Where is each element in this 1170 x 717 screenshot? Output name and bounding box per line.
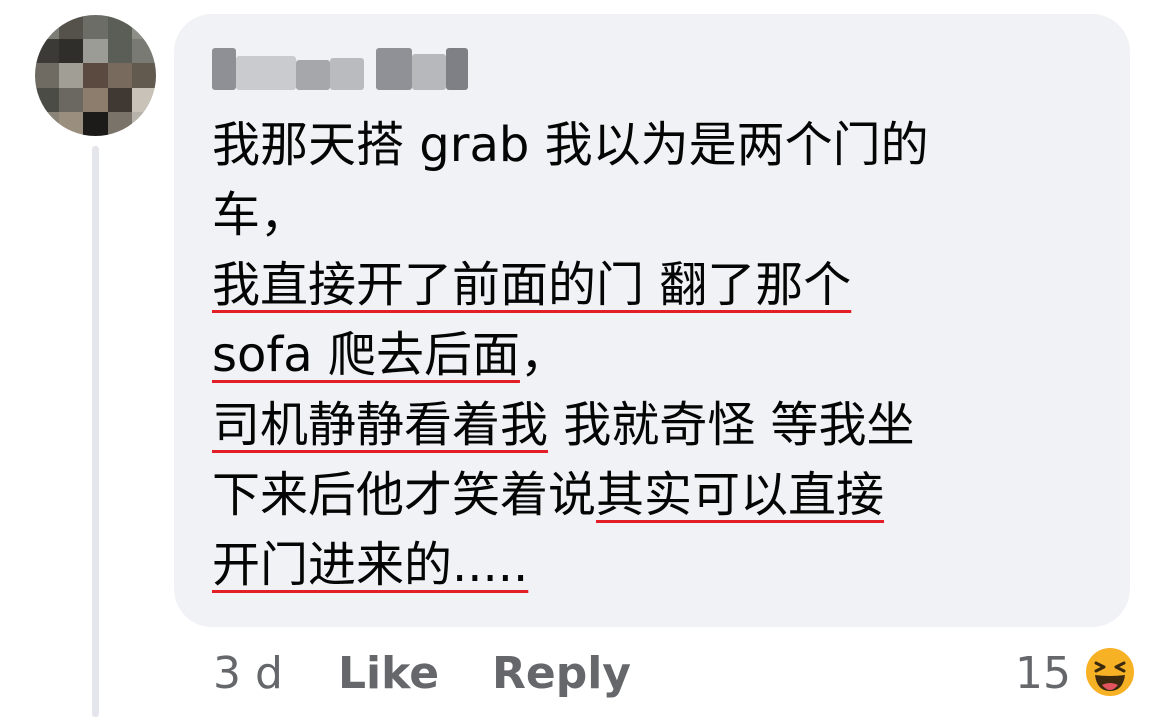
haha-reaction-icon[interactable]: [1084, 646, 1136, 698]
underlined-text: 司机静静看着我: [212, 397, 549, 453]
comment-text-segment: 我就奇怪 等我坐: [548, 397, 915, 453]
timestamp[interactable]: 3 d: [213, 644, 283, 704]
avatar[interactable]: [35, 15, 156, 136]
author-name-redaction: [412, 54, 446, 90]
comment-line: 下来后他才笑着说其实可以直接: [212, 460, 1107, 530]
underlined-text: 其实可以直接: [596, 467, 885, 523]
comment-line: 我那天搭 grab 我以为是两个门的: [212, 110, 1107, 180]
underlined-text: 开门进来的.....: [212, 537, 529, 593]
reaction-count[interactable]: 15: [1015, 644, 1071, 704]
underlined-text: 我直接开了前面的门 翻了那个: [212, 257, 852, 313]
underlined-text: sofa 爬去后面: [212, 327, 520, 383]
comment-line: 我直接开了前面的门 翻了那个: [212, 250, 1107, 320]
comment-text-segment: 我那天搭 grab 我以为是两个门的: [212, 117, 929, 173]
author-name-redaction: [236, 56, 296, 90]
comment-text: 我那天搭 grab 我以为是两个门的 车， 我直接开了前面的门 翻了那个 sofa 爬…: [212, 110, 1107, 600]
comment-line: 车，: [212, 180, 1107, 250]
author-name[interactable]: [212, 48, 468, 90]
author-name-redaction: [212, 48, 236, 90]
author-name-redaction: [446, 48, 468, 90]
author-name-redaction: [330, 58, 364, 90]
comment-text-segment: 下来后他才笑着说: [212, 467, 597, 523]
thread-line: [92, 146, 99, 717]
comment-line: 开门进来的.....: [212, 530, 1107, 600]
comment-text-segment: ，: [519, 327, 568, 383]
reply-button[interactable]: Reply: [492, 644, 631, 704]
comment-line: sofa 爬去后面，: [212, 320, 1107, 390]
author-name-redaction: [296, 60, 330, 90]
author-name-redaction: [376, 48, 412, 90]
comment-text-segment: 车，: [212, 187, 309, 243]
like-button[interactable]: Like: [338, 644, 439, 704]
comment-line: 司机静静看着我 我就奇怪 等我坐: [212, 390, 1107, 460]
